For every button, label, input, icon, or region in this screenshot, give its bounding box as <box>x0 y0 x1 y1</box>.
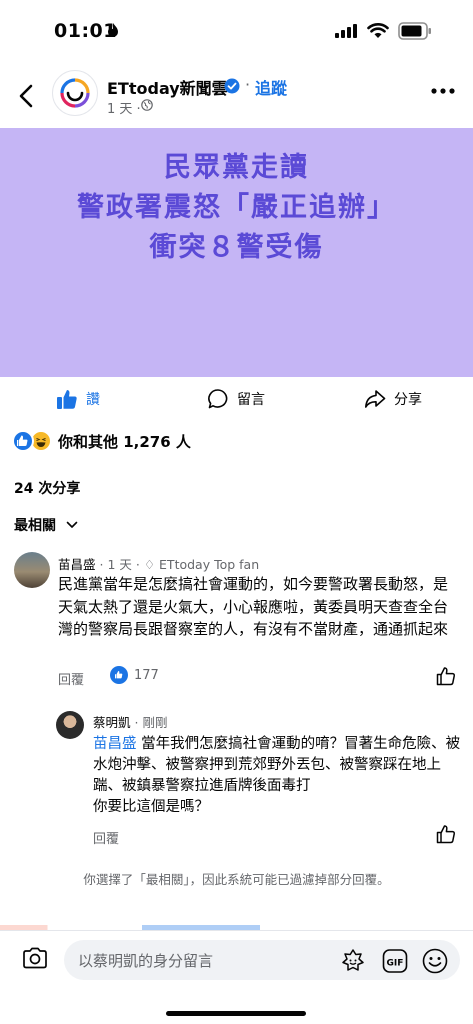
post-time-text: 1 天 <box>107 102 133 117</box>
top-fan-badge: ETtoday Top fan <box>159 557 260 572</box>
like-count: 177 <box>134 667 159 683</box>
commenter-avatar[interactable] <box>14 552 50 588</box>
globe-icon <box>141 99 153 111</box>
meta-dot: · <box>135 557 144 572</box>
like-badge-icon <box>110 666 128 684</box>
comment-composer: 以蔡明凱的身分留言 GIF <box>0 930 473 1024</box>
reply-time: 剛剛 <box>142 715 168 730</box>
sort-label: 最相關 <box>14 518 56 534</box>
reply-author-avatar[interactable] <box>56 711 84 739</box>
gif-icon[interactable]: GIF <box>382 948 408 974</box>
reply-author[interactable]: 蔡明凱 <box>93 715 131 730</box>
comment-body: 民進黨當年是怎麼搞社會運動的，如今要警政署長動怒，是天氣太熱了還是火氣大，小心報… <box>58 575 449 638</box>
cellular-signal-icon <box>335 24 357 38</box>
camera-icon[interactable] <box>22 947 48 969</box>
headline-line: 民眾黨走讀 <box>164 152 309 183</box>
page-name[interactable]: ETtoday新聞雲 <box>107 75 228 99</box>
reply-meta: 蔡明凱 · 剛剛 <box>93 712 167 731</box>
comment-bubble-icon <box>208 389 228 409</box>
share-label: 分享 <box>394 392 422 408</box>
reply-body: 苗昌盛 當年我們怎麼搞社會運動的唷？冒著生命危險、被水炮沖擊、被警察押到荒郊野外… <box>93 734 463 818</box>
back-arrow-icon[interactable] <box>12 78 42 114</box>
headline-text: 民眾黨走讀 警政署震怒「嚴正追辦」 衝突８警受傷 <box>0 148 473 268</box>
reply-text-line: 你要比這個是嗎？ <box>93 799 209 815</box>
comment-input-placeholder: 以蔡明凱的身分留言 <box>78 952 214 970</box>
emoji-icon[interactable] <box>421 947 449 975</box>
reactions-count: 你和其他 1,276 人 <box>58 432 191 451</box>
reply-like-icon[interactable] <box>436 824 456 844</box>
comment-author[interactable]: 苗昌盛 <box>58 557 96 572</box>
comment-button[interactable]: 留言 <box>207 385 265 413</box>
mention-link[interactable]: 苗昌盛 <box>93 736 137 752</box>
like-reaction-icon <box>12 430 34 452</box>
comment-sort-dropdown[interactable]: 最相關 <box>14 515 78 535</box>
post-header: ETtoday新聞雲 · 追蹤 1 天 · <box>0 64 473 128</box>
diamond-icon: ♢ <box>143 557 156 572</box>
reply-button[interactable]: 回覆 <box>93 828 119 847</box>
page-avatar[interactable] <box>52 70 98 116</box>
chevron-down-icon <box>66 521 78 528</box>
comment-label: 留言 <box>237 392 265 408</box>
share-button[interactable]: 分享 <box>364 385 422 413</box>
comment-like-icon[interactable] <box>436 666 456 686</box>
status-bar: 01:01 <box>0 0 473 64</box>
comment-like-count[interactable]: 177 <box>110 666 159 684</box>
reactions-summary[interactable]: 你和其他 1,276 人 <box>12 428 191 454</box>
home-indicator <box>166 1011 306 1016</box>
svg-text:GIF: GIF <box>387 959 404 969</box>
separator-dot: · <box>245 75 251 94</box>
more-options-icon[interactable] <box>431 88 455 94</box>
comment-time: 1 天 <box>107 557 132 572</box>
filter-notice: 你選擇了「最相關」，因此系統可能已過濾掉部分回覆。 <box>83 872 390 887</box>
reply-text: 當年我們怎麼搞社會運動的唷？冒著生命危險、被水炮沖擊、被警察押到荒郊野外丟包、被… <box>93 736 461 794</box>
post-image[interactable]: 民眾黨走讀 警政署震怒「嚴正追辦」 衝突８警受傷 <box>0 128 473 377</box>
like-label: 讚 <box>86 392 100 408</box>
headline-line: 警政署震怒「嚴正追辦」 <box>77 192 396 223</box>
verified-badge-icon <box>224 78 240 94</box>
like-button[interactable]: 讚 <box>56 385 100 413</box>
focus-mode-icon <box>108 23 118 37</box>
comment-input[interactable]: 以蔡明凱的身分留言 GIF <box>64 940 460 980</box>
thumbs-up-icon <box>57 390 77 409</box>
headline-line: 衝突８警受傷 <box>149 232 324 263</box>
shares-count[interactable]: 24 次分享 <box>14 478 80 498</box>
battery-icon <box>398 22 431 40</box>
post-action-bar: 讚 留言 分享 <box>0 377 473 423</box>
ettoday-logo-icon <box>60 78 90 108</box>
sticker-icon[interactable] <box>340 948 366 974</box>
post-time: 1 天 · <box>107 102 141 117</box>
follow-button[interactable]: 追蹤 <box>255 75 287 99</box>
comment-meta: 苗昌盛 · 1 天 · ♢ ETtoday Top fan <box>58 554 259 573</box>
wifi-icon <box>367 23 389 38</box>
reply-button[interactable]: 回覆 <box>58 669 84 688</box>
share-arrow-icon <box>365 390 386 408</box>
